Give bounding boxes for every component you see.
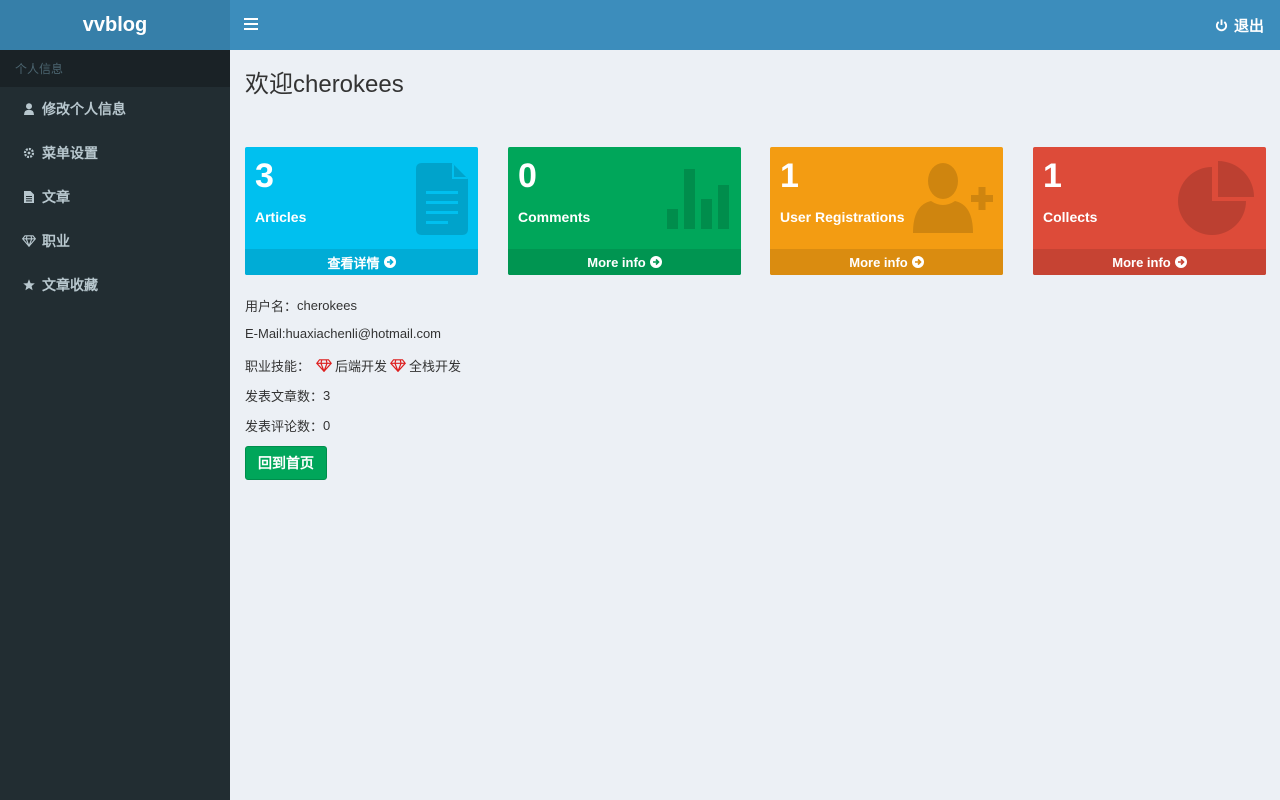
main-content: 欢迎cherokees 3 Articles 查看详情 0 Comments M… [230,50,1280,800]
articles-details-link[interactable]: 查看详情 [245,249,478,275]
sidebar-item-label: 修改个人信息 [42,101,126,117]
arrow-circle-right-icon [1174,256,1187,268]
username-value: cherokees [297,298,357,313]
comments-more-info-link[interactable]: More info [508,249,741,275]
articles-count: 3 [255,157,274,195]
collects-box: 1 Collects More info [1033,147,1266,275]
sidebar-item-label: 文章收藏 [42,277,98,293]
top-navbar: 退出 [230,0,1280,50]
diamond-icon [22,234,36,248]
star-icon [22,278,36,292]
username-row: 用户名： cherokees [245,296,357,315]
collects-count: 1 [1043,157,1062,195]
articles-label: Articles [255,209,307,225]
comments-count: 0 [518,157,537,195]
sidebar-item-collections[interactable]: 文章收藏 [0,263,230,307]
footer-label: More info [587,254,646,270]
username-label: 用户名： [245,299,298,314]
gear-icon [22,146,36,160]
red-diamond-icon [390,359,407,372]
arrow-circle-right-icon [649,256,662,268]
bar-chart-icon [667,169,729,229]
skill-label: 全栈开发 [409,359,462,374]
skills-row: 职业技能： 后端开发 全栈开发 [245,356,461,375]
user-plus-icon [913,163,993,233]
email-row: E-Mail: huaxiachenli@hotmail.com [245,326,441,341]
user-registrations-count: 1 [780,157,799,195]
skill-tag: 后端开发 [316,356,387,375]
collects-more-info-link[interactable]: More info [1033,249,1266,275]
comments-box: 0 Comments More info [508,147,741,275]
articles-count-value: 3 [323,388,331,403]
sidebar-item-label: 职业 [42,233,70,249]
sidebar-toggle-icon[interactable] [244,18,258,32]
file-icon [22,190,36,204]
sidebar-item-career[interactable]: 职业 [0,219,230,263]
skill-tag: 全栈开发 [390,356,461,375]
email-value: huaxiachenli@hotmail.com [285,326,442,341]
comments-count-label: 发表评论数： [245,419,324,434]
sidebar-item-menu-settings[interactable]: 菜单设置 [0,131,230,175]
red-diamond-icon [316,359,332,372]
sidebar-item-articles[interactable]: 文章 [0,175,230,219]
skills-label: 职业技能： [245,359,311,374]
back-to-home-button[interactable]: 回到首页 [245,446,327,480]
sidebar: 个人信息 修改个人信息 菜单设置 文章 职业 文章收藏 [0,50,230,800]
comments-count-row: 发表评论数： 0 [245,416,330,435]
articles-box: 3 Articles 查看详情 [245,147,478,275]
footer-label: More info [849,254,908,270]
document-icon [416,163,468,235]
user-registrations-box: 1 User Registrations More info [770,147,1003,275]
sidebar-item-edit-profile[interactable]: 修改个人信息 [0,87,230,131]
collects-label: Collects [1043,209,1098,225]
skill-label: 后端开发 [335,359,388,374]
footer-label: 查看详情 [327,255,380,271]
pie-chart-icon [1178,161,1254,235]
articles-count-label: 发表文章数： [245,389,324,404]
power-icon [1215,18,1227,31]
email-label: E-Mail: [245,326,286,341]
sidebar-item-label: 文章 [42,189,70,205]
arrow-circle-right-icon [911,256,924,268]
footer-label: More info [1112,254,1171,270]
user-registrations-more-info-link[interactable]: More info [770,249,1003,275]
page-title: 欢迎cherokees [245,71,404,98]
articles-count-row: 发表文章数： 3 [245,386,330,405]
arrow-circle-right-icon [383,256,396,268]
comments-label: Comments [518,209,591,225]
logout-button[interactable]: 退出 [1215,0,1264,50]
sidebar-item-label: 菜单设置 [42,145,98,161]
user-icon [22,102,36,116]
logo[interactable]: vvblog [0,0,230,50]
comments-count-value: 0 [323,418,331,433]
user-registrations-label: User Registrations [780,209,905,225]
logout-label: 退出 [1233,17,1264,35]
sidebar-header: 个人信息 [0,50,230,87]
